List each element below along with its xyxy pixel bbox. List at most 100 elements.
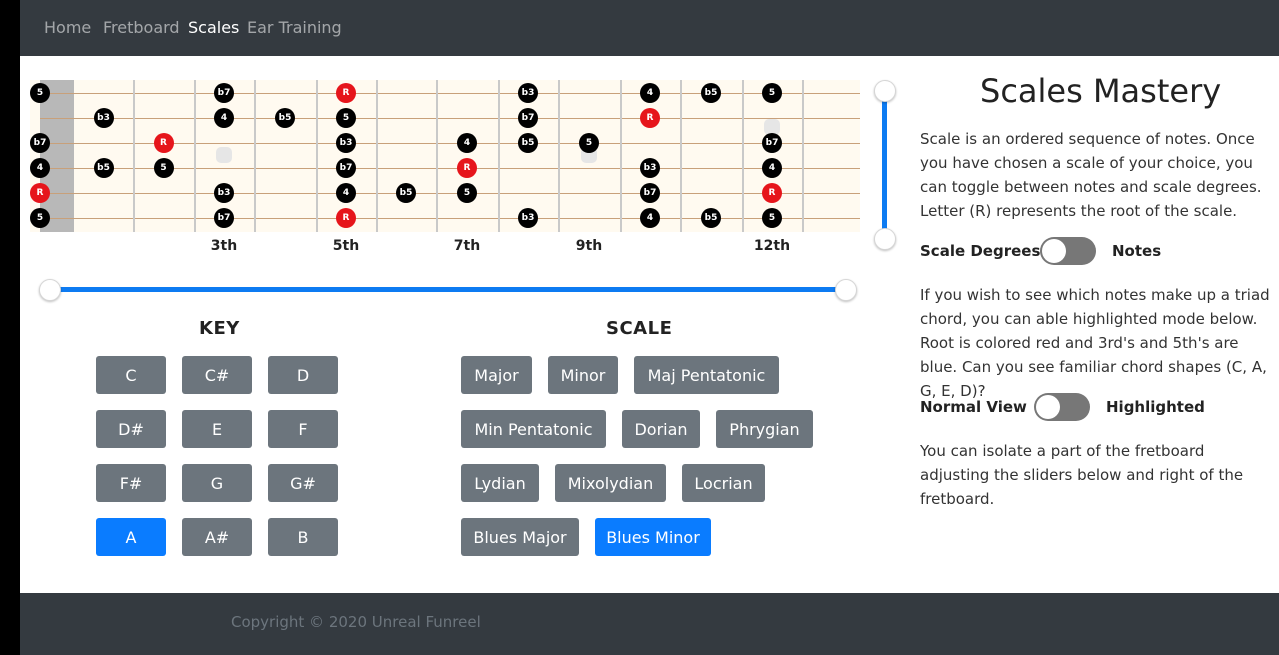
fret-number-label: 3th xyxy=(210,238,238,254)
toggle-normal-view-label: Normal View xyxy=(920,398,1027,416)
horizontal-slider-track[interactable] xyxy=(50,287,846,292)
scale-degree-dot[interactable]: b5 xyxy=(518,133,538,153)
scale-degree-dot[interactable]: 4 xyxy=(336,183,356,203)
triad-text: If you wish to see which notes make up a… xyxy=(920,286,1270,400)
scale-degree-dot[interactable]: 5 xyxy=(336,108,356,128)
root-note-dot[interactable]: R xyxy=(30,183,50,203)
key-button-c[interactable]: C xyxy=(96,356,166,394)
vertical-slider-top-handle[interactable] xyxy=(874,80,896,102)
scale-degree-dot[interactable]: 4 xyxy=(457,133,477,153)
horizontal-slider-left-handle[interactable] xyxy=(39,279,61,301)
scale-degree-dot[interactable]: 5 xyxy=(153,158,174,178)
toggle-knob xyxy=(1036,395,1060,419)
fret-number-label: 7th xyxy=(453,238,481,254)
scale-button-phrygian[interactable]: Phrygian xyxy=(716,410,813,448)
scale-button-minor[interactable]: Minor xyxy=(548,356,618,394)
left-edge-strip xyxy=(0,0,20,655)
key-button-d[interactable]: D xyxy=(268,356,338,394)
fret-wire-8 xyxy=(558,80,560,232)
fret-number-label: 5th xyxy=(332,238,360,254)
nav-home[interactable]: Home xyxy=(44,18,91,37)
scale-degree-dot[interactable]: 4 xyxy=(762,158,782,178)
fret-number-label: 9th xyxy=(575,238,603,254)
scale-degree-dot[interactable]: 5 xyxy=(579,133,599,153)
horizontal-slider-right-handle[interactable] xyxy=(835,279,857,301)
vertical-slider-bottom-handle[interactable] xyxy=(874,228,896,250)
key-button-a[interactable]: A xyxy=(96,518,166,556)
scale-degree-dot[interactable]: b5 xyxy=(396,183,416,203)
scale-title: SCALE xyxy=(606,318,673,339)
scale-degree-dot[interactable]: 5 xyxy=(30,208,50,228)
footer: Copyright © 2020 Unreal Funreel xyxy=(20,593,1279,655)
degrees-notes-toggle[interactable] xyxy=(1040,237,1096,265)
copyright-text: Copyright © 2020 Unreal Funreel xyxy=(231,613,481,631)
fret-wire-2 xyxy=(194,80,196,232)
key-button-g[interactable]: G xyxy=(182,464,252,502)
scale-button-blues-minor[interactable]: Blues Minor xyxy=(595,518,711,556)
key-button-d-sharp[interactable]: D# xyxy=(96,410,166,448)
scale-degree-dot[interactable]: 5 xyxy=(457,183,477,203)
root-note-dot[interactable]: R xyxy=(457,158,477,178)
scale-degree-dot[interactable]: b7 xyxy=(30,133,50,153)
scale-degree-dot[interactable]: b5 xyxy=(275,108,295,128)
scale-degree-dot[interactable]: b7 xyxy=(518,108,538,128)
key-button-c-sharp[interactable]: C# xyxy=(182,356,252,394)
fret-wire-5 xyxy=(376,80,378,232)
scale-button-blues-major[interactable]: Blues Major xyxy=(461,518,579,556)
scale-button-lydian[interactable]: Lydian xyxy=(461,464,539,502)
key-title: KEY xyxy=(199,318,240,339)
scale-degree-dot[interactable]: b5 xyxy=(701,83,721,103)
key-button-a-sharp[interactable]: A# xyxy=(182,518,252,556)
key-button-f[interactable]: F xyxy=(268,410,338,448)
scale-degree-dot[interactable]: 5 xyxy=(762,83,782,103)
scale-degree-dot[interactable]: 5 xyxy=(762,208,782,228)
string-5 xyxy=(40,193,860,194)
scale-degree-dot[interactable]: b3 xyxy=(518,208,538,228)
fret-wire-4 xyxy=(316,80,318,232)
fret-wire-6 xyxy=(436,80,438,232)
nav-fretboard[interactable]: Fretboard xyxy=(103,18,180,37)
key-button-e[interactable]: E xyxy=(182,410,252,448)
scale-degree-dot[interactable]: b7 xyxy=(640,183,660,203)
scale-degree-dot[interactable]: 5 xyxy=(30,83,50,103)
scale-degree-dot[interactable]: b5 xyxy=(701,208,721,228)
scale-degree-dot[interactable]: b3 xyxy=(518,83,538,103)
scale-degree-dot[interactable]: b5 xyxy=(93,158,114,178)
scale-button-dorian[interactable]: Dorian xyxy=(622,410,700,448)
intro-text: Scale is an ordered sequence of notes. O… xyxy=(920,130,1262,220)
toggle-scale-degrees-label: Scale Degrees xyxy=(920,242,1041,260)
highlight-toggle[interactable] xyxy=(1034,393,1090,421)
scale-button-locrian[interactable]: Locrian xyxy=(682,464,765,502)
root-note-dot[interactable]: R xyxy=(336,208,356,228)
scale-degree-dot[interactable]: b3 xyxy=(214,183,234,203)
scale-degree-dot[interactable]: b7 xyxy=(214,83,234,103)
fret-wire-11 xyxy=(742,80,744,232)
key-button-f-sharp[interactable]: F# xyxy=(96,464,166,502)
scale-button-mixolydian[interactable]: Mixolydian xyxy=(555,464,666,502)
scale-degree-dot[interactable]: 4 xyxy=(640,208,660,228)
fret-wire-9 xyxy=(620,80,622,232)
root-note-dot[interactable]: R xyxy=(153,133,174,153)
scale-degree-dot[interactable]: b7 xyxy=(762,133,782,153)
root-note-dot[interactable]: R xyxy=(762,183,782,203)
key-button-b[interactable]: B xyxy=(268,518,338,556)
scale-degree-dot[interactable]: b3 xyxy=(640,158,660,178)
key-button-g-sharp[interactable]: G# xyxy=(268,464,338,502)
scale-degree-dot[interactable]: b3 xyxy=(336,133,356,153)
scale-button-maj-pentatonic[interactable]: Maj Pentatonic xyxy=(634,356,779,394)
scale-degree-dot[interactable]: 4 xyxy=(640,83,660,103)
fret-wire-12 xyxy=(802,80,804,232)
nav-ear-training[interactable]: Ear Training xyxy=(247,18,342,37)
scale-degree-dot[interactable]: 4 xyxy=(214,108,234,128)
scale-degree-dot[interactable]: 4 xyxy=(30,158,50,178)
root-note-dot[interactable]: R xyxy=(336,83,356,103)
scale-button-major[interactable]: Major xyxy=(461,356,532,394)
scale-degree-dot[interactable]: b7 xyxy=(214,208,234,228)
nav-scales[interactable]: Scales xyxy=(188,18,239,37)
root-note-dot[interactable]: R xyxy=(640,108,660,128)
vertical-slider-track[interactable] xyxy=(882,92,887,239)
fret-wire-3 xyxy=(254,80,256,232)
scale-degree-dot[interactable]: b7 xyxy=(336,158,356,178)
scale-degree-dot[interactable]: b3 xyxy=(93,108,114,128)
scale-button-min-pentatonic[interactable]: Min Pentatonic xyxy=(461,410,606,448)
